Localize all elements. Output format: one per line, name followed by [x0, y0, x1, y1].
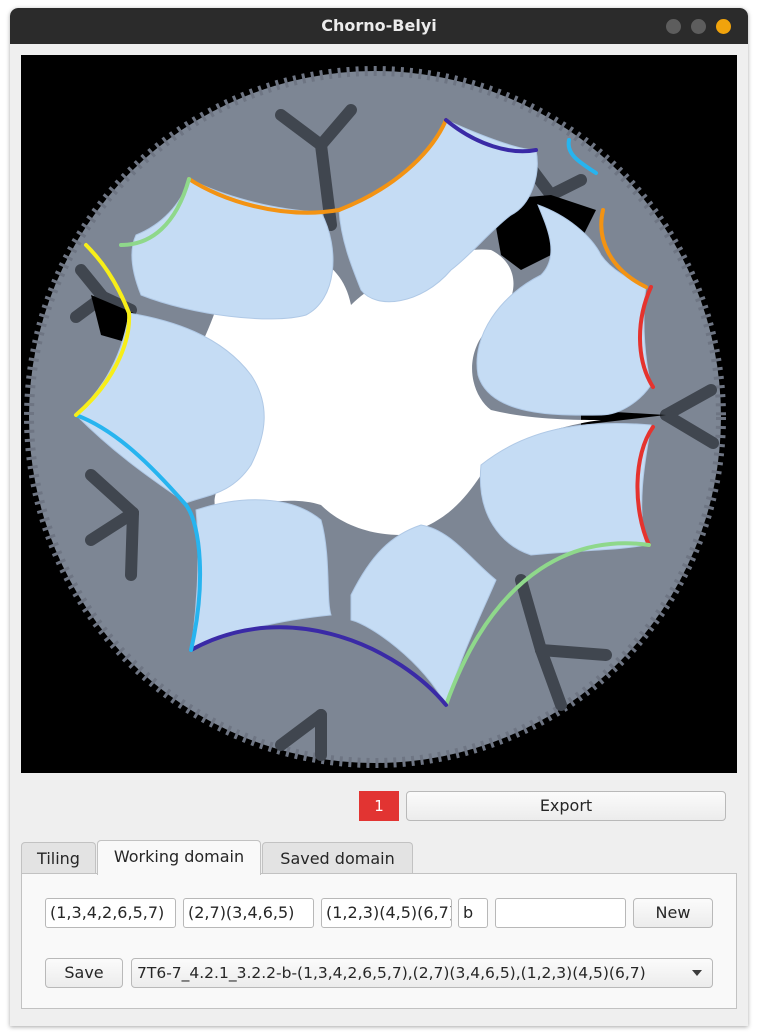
save-button[interactable]: Save: [45, 958, 123, 988]
working-domain-panel: [21, 873, 737, 1009]
sigma1-input[interactable]: (2,7)(3,4,6,5): [183, 898, 314, 928]
close-icon[interactable]: [716, 19, 731, 34]
app-window: Chorno-Belyi 1 Export Tiling Working dom…: [10, 8, 748, 1026]
domain-select-value: 7T6-7_4.2.1_3.2.2-b-(1,3,4,2,6,5,7),(2,7…: [137, 964, 646, 982]
tiling-canvas[interactable]: [21, 55, 737, 773]
suffix-input[interactable]: b: [458, 898, 488, 928]
title-bar[interactable]: Chorno-Belyi: [10, 8, 748, 44]
maximize-icon[interactable]: [691, 19, 706, 34]
tab-working-domain[interactable]: Working domain: [97, 840, 261, 875]
sigma0-input[interactable]: (1,3,4,2,6,5,7): [45, 898, 176, 928]
window-title: Chorno-Belyi: [321, 16, 437, 35]
chevron-down-icon[interactable]: [692, 970, 702, 976]
export-button[interactable]: Export: [406, 791, 726, 821]
minimize-icon[interactable]: [666, 19, 681, 34]
extra-input[interactable]: [495, 898, 626, 928]
new-button[interactable]: New: [633, 898, 713, 928]
tab-saved-domain[interactable]: Saved domain: [262, 842, 413, 874]
domain-select[interactable]: 7T6-7_4.2.1_3.2.2-b-(1,3,4,2,6,5,7),(2,7…: [131, 958, 713, 988]
sigma2-input[interactable]: (1,2,3)(4,5)(6,7): [321, 898, 452, 928]
hyperbolic-disk[interactable]: [21, 55, 737, 773]
count-badge: 1: [359, 791, 399, 821]
tab-tiling[interactable]: Tiling: [21, 842, 96, 874]
